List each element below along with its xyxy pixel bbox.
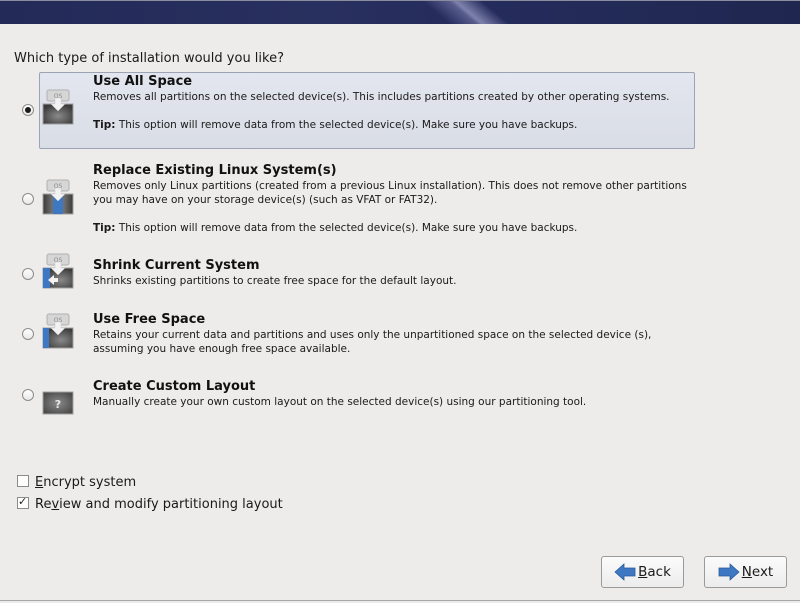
option-title: Create Custom Layout	[93, 379, 256, 394]
option-shrink-system[interactable]: OS Shrink Current System Shrinks existin…	[0, 253, 800, 296]
review-layout-checkbox[interactable]: Review and modify partitioning layout	[17, 495, 283, 512]
tip-text: This option will remove data from the se…	[115, 222, 578, 234]
tip-label: Tip:	[93, 119, 116, 131]
checkbox-label-mnemonic: E	[35, 475, 44, 490]
option-description: Removes only Linux partitions (created f…	[93, 180, 687, 206]
checkbox-label-post: ncrypt system	[43, 475, 137, 490]
bottom-divider	[0, 600, 800, 601]
checkbox-label-post: iew and modify partitioning layout	[59, 497, 283, 512]
back-arrow-icon	[614, 563, 636, 581]
radio-use-free-space[interactable]	[22, 328, 34, 340]
radio-replace-linux[interactable]	[22, 193, 34, 205]
option-title: Use All Space	[93, 74, 193, 89]
option-description: Removes all partitions on the selected d…	[93, 91, 670, 103]
option-custom-layout[interactable]: ? Create Custom Layout Manually create y…	[0, 377, 800, 417]
option-tip: Tip: This option will remove data from t…	[93, 221, 693, 235]
radio-shrink-system[interactable]	[22, 268, 34, 280]
checkbox-label-mnemonic: v	[51, 497, 60, 512]
option-tip: Tip: This option will remove data from t…	[93, 118, 693, 132]
next-arrow-icon	[718, 563, 740, 581]
installer-header-banner	[0, 0, 800, 24]
back-button[interactable]: Back	[601, 556, 684, 588]
next-button[interactable]: Next	[704, 556, 787, 588]
use-all-space-icon: OS	[42, 89, 74, 125]
review-layout-box[interactable]	[17, 495, 29, 509]
use-free-space-icon: OS	[42, 313, 74, 349]
shrink-system-icon: OS	[42, 253, 74, 289]
option-description: Shrinks existing partitions to create fr…	[93, 275, 457, 287]
option-title: Shrink Current System	[93, 258, 260, 273]
replace-linux-icon: OS	[42, 179, 74, 215]
back-label: ack	[647, 564, 671, 580]
option-use-all-space[interactable]: OS Use All Space Removes all partitions …	[0, 72, 800, 150]
option-description: Retains your current data and partitions…	[93, 329, 652, 355]
next-mnemonic: N	[741, 564, 752, 580]
radio-custom-layout[interactable]	[22, 389, 34, 401]
option-use-free-space[interactable]: OS Use Free Space Retains your current d…	[0, 310, 800, 360]
tip-label: Tip:	[93, 222, 116, 234]
option-replace-linux[interactable]: OS Replace Existing Linux System(s) Remo…	[0, 161, 800, 241]
option-title: Replace Existing Linux System(s)	[93, 163, 337, 178]
radio-use-all-space[interactable]	[22, 104, 34, 116]
option-title: Use Free Space	[93, 312, 206, 327]
back-mnemonic: B	[638, 564, 648, 580]
option-description: Manually create your own custom layout o…	[93, 396, 587, 408]
page-question: Which type of installation would you lik…	[14, 51, 284, 66]
svg-text:?: ?	[55, 398, 61, 411]
encrypt-system-checkbox[interactable]: Encrypt system	[17, 475, 136, 490]
tip-text: This option will remove data from the se…	[115, 119, 578, 131]
header-light-streak	[410, 1, 530, 24]
encrypt-system-box[interactable]	[17, 475, 29, 487]
checkbox-label-pre: Re	[35, 497, 52, 512]
next-label: ext	[751, 564, 774, 580]
custom-layout-icon: ?	[42, 391, 74, 415]
